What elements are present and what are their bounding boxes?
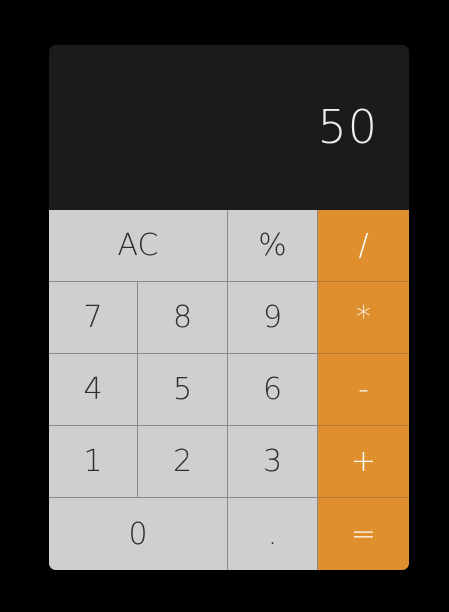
divide-button[interactable]: / — [318, 210, 409, 282]
digit-5-button[interactable]: 5 — [138, 354, 228, 426]
subtract-button[interactable]: - — [318, 354, 409, 426]
percent-button[interactable]: % — [228, 210, 318, 282]
digit-6-button[interactable]: 6 — [228, 354, 318, 426]
multiply-button[interactable]: * — [318, 282, 409, 354]
equals-button[interactable]: = — [318, 498, 409, 570]
display-value: 50 — [317, 100, 378, 154]
digit-1-button[interactable]: 1 — [49, 426, 138, 498]
digit-0-button[interactable]: 0 — [49, 498, 228, 570]
digit-4-button[interactable]: 4 — [49, 354, 138, 426]
display-panel: 50 — [49, 45, 409, 210]
add-button[interactable]: + — [318, 426, 409, 498]
calculator: 50 AC % / 7 8 9 * 4 5 6 - 1 2 3 + 0 . = — [49, 45, 409, 570]
digit-8-button[interactable]: 8 — [138, 282, 228, 354]
digit-2-button[interactable]: 2 — [138, 426, 228, 498]
digit-9-button[interactable]: 9 — [228, 282, 318, 354]
digit-3-button[interactable]: 3 — [228, 426, 318, 498]
decimal-button[interactable]: . — [228, 498, 318, 570]
clear-button[interactable]: AC — [49, 210, 228, 282]
digit-7-button[interactable]: 7 — [49, 282, 138, 354]
keypad: AC % / 7 8 9 * 4 5 6 - 1 2 3 + 0 . = — [49, 210, 409, 570]
